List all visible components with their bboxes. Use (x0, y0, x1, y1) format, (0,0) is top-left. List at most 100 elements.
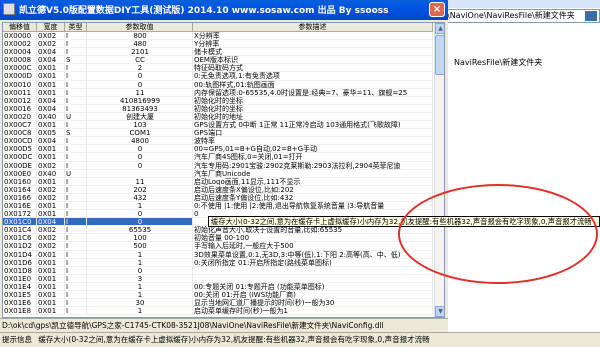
cell-value[interactable]: 0 (87, 266, 193, 275)
cell-width: 0X01 (37, 282, 65, 291)
go-button[interactable] (585, 11, 597, 21)
table-row[interactable]: 0X01E0 0X01 I 3 (3, 274, 433, 283)
header-offset[interactable]: 偏移值 (3, 23, 37, 31)
table-row[interactable]: 0X00D5 0X01 I 0 00=GPS,01=B+G自动,02=B+G手动 (3, 145, 433, 154)
cell-value[interactable]: 1 (87, 258, 193, 267)
cell-offset: 0X01D8 (3, 266, 37, 275)
cell-value[interactable]: 2101 (87, 48, 193, 57)
table-row[interactable]: 0X0160 0X01 I 11 启动Logo画面,11显示,111不显示 (3, 177, 433, 186)
cell-width: 0X04 (37, 96, 65, 105)
explorer-address-field[interactable]: \NaviOne\NaviResFile\新建文件夹 (444, 9, 600, 23)
cell-value[interactable]: CC (87, 56, 193, 65)
cell-value[interactable]: 0 (87, 80, 193, 89)
table-row[interactable]: 0X01E8 0X01 I 1 启动菜单缓存时间(秒)一般为1 (3, 307, 433, 316)
cell-width: 0X40 (37, 169, 65, 178)
table-row[interactable]: 0X01C6 0X02 I 100 初始音量 00-100 (3, 234, 433, 243)
cell-value[interactable]: 1 (87, 307, 193, 316)
cell-description: 初始化声音大小,取决于设置的音量,比如:65535 (193, 226, 433, 235)
cell-value[interactable]: 432 (87, 193, 193, 202)
table-row[interactable]: 0X01D4 0X01 I 1 3D效果菜单设置,0:1,无3D,3:中等(低),1:下… (3, 250, 433, 259)
table-row[interactable]: 0X00C8 0X05 S COM1 GPS端口 (3, 129, 433, 138)
table-row[interactable]: 0X000C 0X01 I 2 特征码取码方式 (3, 64, 433, 73)
cell-value[interactable]: 2 (87, 64, 193, 73)
cell-width: 0X01 (37, 72, 65, 81)
table-row[interactable]: 0X01D6 0X01 I 1 0:关闭所指定 01:开启所指定(路线菜单图标) (3, 258, 433, 267)
table-row[interactable]: 0X0000 0X02 I 800 X分辨率 (3, 32, 433, 41)
table-row[interactable]: 0X01E6 0X01 I 30 显示当地网汇道厂播提示的时间(秒)一般为30 (3, 299, 433, 308)
header-width[interactable]: 宽度 (37, 23, 65, 31)
cell-value[interactable]: 0 (87, 145, 193, 154)
table-row[interactable]: 0X0166 0X02 I 432 启动后速度条Y偏设位,比如:432 (3, 193, 433, 202)
table-row[interactable]: 0X016E 0X01 I 1 0:不使用 |1:使用 |2:使用,退出导航恢复系统音量… (3, 201, 433, 211)
scroll-up-icon[interactable]: ▲ (435, 23, 444, 34)
cell-value[interactable]: 100 (87, 234, 193, 243)
parameter-grid[interactable]: 偏移值 宽度 类型 参数取值 参数描述 0X0000 0X02 I 800 X分辨率 0X… (2, 22, 445, 318)
cell-offset: 0X01C6 (3, 234, 37, 243)
cell-value[interactable]: 500 (87, 242, 193, 251)
cell-value[interactable]: 1 (87, 291, 193, 300)
table-row[interactable]: 0X00C7 0X01 I 103 GPS设置方式 0中断 1正常 11正常冷启动 10… (3, 121, 433, 130)
cell-value[interactable]: 0 (87, 161, 193, 170)
cell-value[interactable]: 410816999 (87, 96, 193, 105)
table-row[interactable]: 0X0002 0X02 I 480 Y分辨率 (3, 40, 433, 49)
table-row[interactable]: 0X01C4 0X02 I 65535 初始化声音大小,取决于设置的音量,比如:6553… (3, 226, 433, 235)
cell-offset: 0X0160 (3, 177, 37, 186)
table-row[interactable]: 0X0164 0X02 I 202 启动后速度条X偏设位,比如:202 (3, 185, 433, 194)
header-type[interactable]: 类型 (65, 23, 87, 31)
cell-value[interactable]: 创建大厦 (87, 112, 193, 122)
cell-value[interactable]: 65535 (87, 226, 193, 235)
close-button[interactable]: × (429, 2, 445, 17)
cell-value[interactable]: 202 (87, 185, 193, 194)
cell-type: I (65, 210, 87, 219)
cell-type: I (65, 250, 87, 259)
cell-value[interactable]: 11 (87, 88, 193, 97)
table-row[interactable]: 0X00DE 0X02 I 0 汽车专用码:2901宝骏:2902克莱斯勒:2903法拉… (3, 161, 433, 170)
cell-type: I (65, 258, 87, 267)
scroll-down-icon[interactable]: ▼ (435, 306, 444, 317)
table-row[interactable]: 0X0012 0X04 I 410816999 初始化时的坐标 (3, 96, 433, 105)
table-row[interactable]: 0X01D8 0X01 I 0 (3, 266, 433, 275)
cell-type: I (65, 48, 87, 57)
cell-value[interactable]: 0 (87, 210, 193, 219)
cell-value[interactable]: 0 (87, 72, 193, 81)
table-row[interactable]: 0X0020 0X40 U 创建大厦 初始化时的地址 (3, 112, 433, 122)
title-bar[interactable]: 凯立德V5.0版配置数据DIY工具(测试版) 2014.10 www.sosaw… (0, 0, 448, 20)
header-description[interactable]: 参数描述 (193, 23, 433, 31)
table-row[interactable]: 0X000D 0X01 I 0 0:无免责选项,1:有免责选项 (3, 72, 433, 81)
table-row[interactable]: 0X0010 0X01 I 0 00:轨图样式,01:轨图画面 (3, 80, 433, 89)
cell-value[interactable]: COM1 (87, 129, 193, 138)
cell-value[interactable]: 81363493 (87, 104, 193, 113)
cell-value[interactable]: 1 (87, 250, 193, 259)
cell-value[interactable]: 0 (87, 153, 193, 162)
cell-offset: 0X0011 (3, 88, 37, 97)
table-row[interactable]: 0X01E4 0X01 I 1 00:专题关闭 01:专题开启 (功能菜单图标) (3, 282, 433, 291)
cell-value[interactable]: 4800 (87, 137, 193, 146)
cell-offset: 0X01C4 (3, 226, 37, 235)
cell-value[interactable]: 1 (87, 201, 193, 211)
table-row[interactable]: 0X0008 0X04 S CC OEM版本标识 (3, 56, 433, 65)
cell-value[interactable]: 800 (87, 32, 193, 41)
cell-value[interactable]: 11 (87, 177, 193, 186)
cell-width: 0X01 (37, 250, 65, 259)
table-row[interactable]: 0X00CD 0X04 I 4800 波特率 (3, 137, 433, 146)
cell-value[interactable]: 3 (87, 274, 193, 283)
table-row[interactable]: 0X0011 0X01 I 11 内存保留选项:0-65535,4.0时设置是:经典=7… (3, 88, 433, 97)
cell-value[interactable]: 1 (87, 282, 193, 291)
cell-value[interactable]: 0 (87, 218, 193, 227)
table-row[interactable]: 0X0004 0X04 I 2101 储卡模式 (3, 48, 433, 57)
table-row[interactable]: 0X01E5 0X01 I 1 00:关闭 01:开启 (IWS功能厂商) (3, 291, 433, 300)
cell-width: 0X01 (37, 153, 65, 162)
scroll-thumb[interactable] (435, 35, 444, 75)
cell-value[interactable]: 480 (87, 40, 193, 49)
header-value[interactable]: 参数取值 (87, 23, 193, 31)
table-row[interactable]: 0X01D2 0X02 I 500 手写输入后延时,一般应大于500 (3, 242, 433, 251)
cell-offset: 0X01C0 (3, 218, 37, 227)
table-row[interactable]: 0X00DC 0X01 I 0 汽车厂商4S图标,0=关闭,01=打开 (3, 153, 433, 162)
cell-value[interactable]: 103 (87, 121, 193, 130)
table-row[interactable]: 0X00E0 0X40 U 汽车厂商Unicode (3, 169, 433, 178)
cell-width: 0X01 (37, 266, 65, 275)
table-row[interactable]: 0X0016 0X04 I 81363493 初始化时的坐标 (3, 104, 433, 113)
status-text: 缓存大小(0-32之间,意为在缓存卡上虚拟缓存)小内存为32,机友提醒:有些机器… (38, 335, 430, 344)
cell-value[interactable]: 30 (87, 299, 193, 308)
cell-value[interactable] (87, 169, 193, 178)
